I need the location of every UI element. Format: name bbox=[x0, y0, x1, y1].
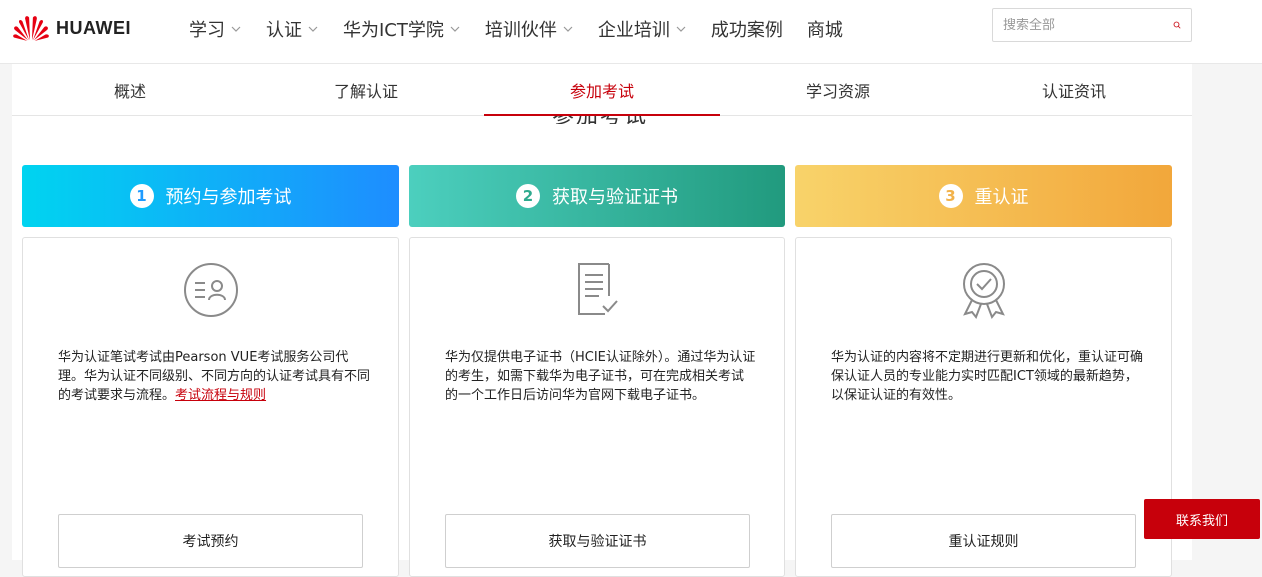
tab-take-exam[interactable]: 参加考试 bbox=[484, 64, 720, 116]
step-card-exam: 华为认证笔试考试由Pearson VUE考试服务公司代理。华为认证不同级别、不同… bbox=[22, 237, 399, 577]
step-number-badge: 2 bbox=[516, 184, 540, 208]
step-description: 华为认证的内容将不定期进行更新和优化，重认证可确保认证人员的专业能力实时匹配IC… bbox=[831, 350, 1144, 403]
chevron-down-icon bbox=[450, 26, 460, 32]
tab-learn-certification[interactable]: 了解认证 bbox=[248, 64, 484, 115]
menu-item-label: 华为ICT学院 bbox=[343, 20, 444, 41]
step-title: 获取与验证证书 bbox=[552, 187, 678, 208]
chevron-down-icon bbox=[676, 26, 686, 32]
exam-person-icon bbox=[183, 263, 238, 317]
tab-certification-news[interactable]: 认证资讯 bbox=[956, 64, 1192, 115]
certificate-document-icon bbox=[578, 263, 618, 315]
menu-item-label: 企业培训 bbox=[597, 20, 670, 41]
step-number-badge: 1 bbox=[129, 184, 154, 208]
menu-item-label: 认证 bbox=[266, 20, 302, 41]
step-banner-1: 1 预约与参加考试 bbox=[22, 165, 399, 227]
main-menu: 学习 认证 华为ICT学院 培训伙伴 企业培训 成功案例 商城 bbox=[189, 0, 867, 58]
step-description: 华为认证笔试考试由Pearson VUE考试服务公司代理。华为认证不同级别、不同… bbox=[58, 350, 371, 403]
award-badge-icon bbox=[962, 263, 1005, 319]
step-title: 重认证 bbox=[974, 187, 1029, 208]
step-card-recertification: 华为认证的内容将不定期进行更新和优化，重认证可确保认证人员的专业能力实时匹配IC… bbox=[795, 237, 1172, 577]
menu-item-label: 学习 bbox=[189, 20, 225, 41]
step-number-badge: 3 bbox=[938, 184, 963, 208]
chevron-down-icon bbox=[231, 26, 241, 32]
step-card-certificate: 华为仅提供电子证书（HCIE认证除外）。通过华为认证的考生，如需下载华为电子证书… bbox=[409, 237, 785, 577]
huawei-flower-icon bbox=[13, 16, 49, 41]
chevron-down-icon bbox=[308, 26, 318, 32]
chevron-down-icon bbox=[563, 26, 573, 32]
exam-process-rules-link[interactable]: 考试流程与规则 bbox=[175, 388, 266, 403]
menu-item-ict-academy[interactable]: 华为ICT学院 bbox=[343, 16, 461, 42]
step-banner-2: 2 获取与验证证书 bbox=[409, 165, 785, 227]
search-input[interactable] bbox=[1003, 17, 1173, 33]
menu-item-enterprise-training[interactable]: 企业培训 bbox=[598, 16, 687, 42]
step-banner-3: 3 重认证 bbox=[795, 165, 1172, 227]
contact-us-button[interactable]: 联系我们 bbox=[1144, 499, 1260, 539]
menu-item-label: 商城 bbox=[806, 20, 843, 41]
section-tabs: 概述 了解认证 参加考试 学习资源 认证资讯 bbox=[12, 64, 1192, 116]
menu-item-label: 培训伙伴 bbox=[484, 20, 557, 41]
menu-item-success-cases[interactable]: 成功案例 bbox=[711, 16, 783, 42]
menu-item-study[interactable]: 学习 bbox=[189, 16, 242, 42]
huawei-logo[interactable]: HUAWEI bbox=[12, 10, 131, 46]
step-title: 预约与参加考试 bbox=[165, 187, 292, 208]
menu-item-training-partners[interactable]: 培训伙伴 bbox=[485, 16, 574, 42]
step-description: 华为仅提供电子证书（HCIE认证除外）。通过华为认证的考生，如需下载华为电子证书… bbox=[445, 350, 756, 403]
logo-text: HUAWEI bbox=[56, 17, 131, 38]
search-icon[interactable] bbox=[1173, 17, 1181, 33]
top-navigation: HUAWEI 学习 认证 华为ICT学院 培训伙伴 企业培训 成功案例 商城 bbox=[0, 0, 1262, 64]
menu-item-store[interactable]: 商城 bbox=[807, 16, 843, 42]
menu-item-label: 成功案例 bbox=[710, 20, 783, 41]
search-box bbox=[992, 8, 1192, 42]
tab-learning-resources[interactable]: 学习资源 bbox=[720, 64, 956, 115]
menu-item-certification[interactable]: 认证 bbox=[266, 16, 319, 42]
tab-overview[interactable]: 概述 bbox=[12, 64, 248, 115]
